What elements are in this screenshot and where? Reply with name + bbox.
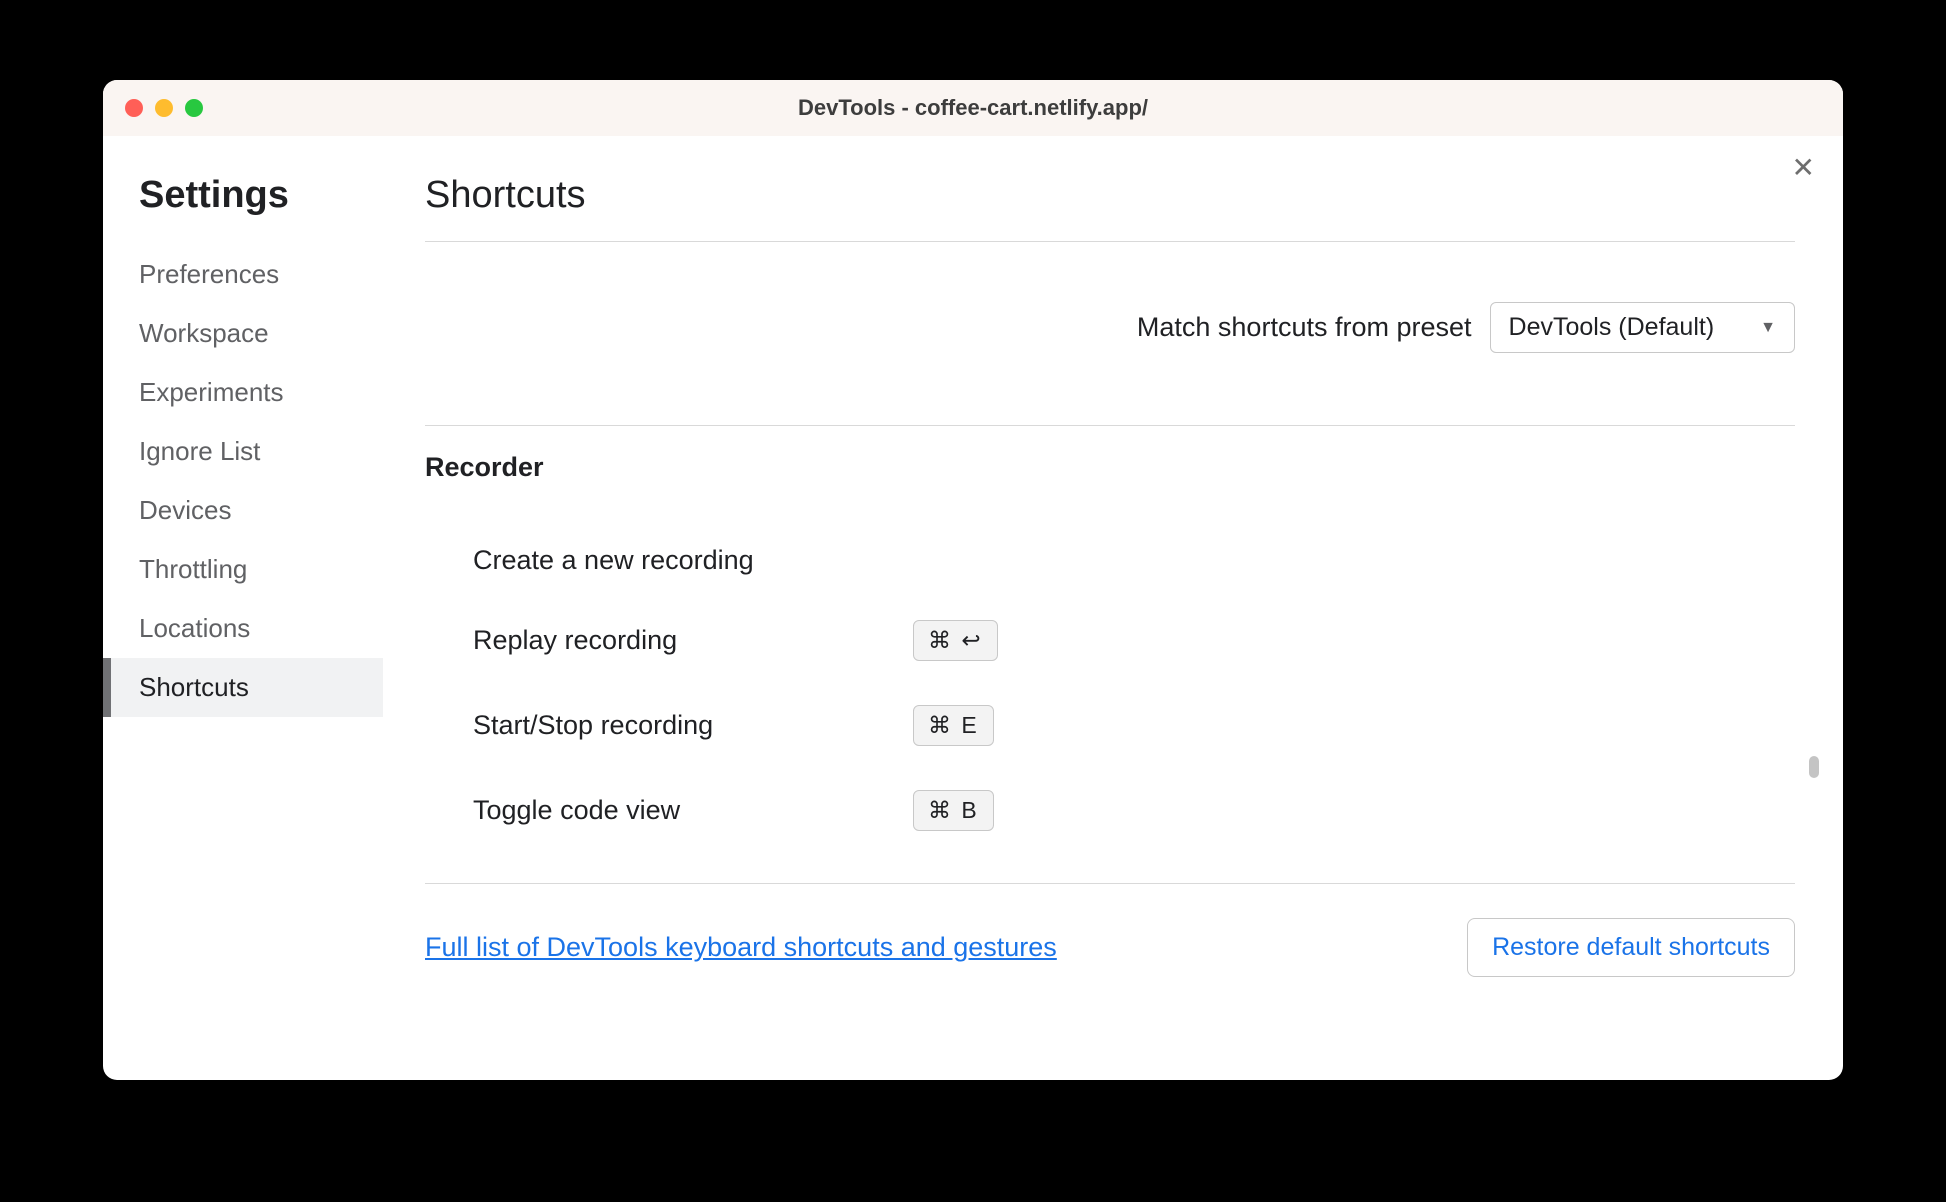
preset-label: Match shortcuts from preset — [1137, 312, 1472, 343]
preset-select[interactable]: DevTools (Default) ▼ — [1490, 302, 1795, 353]
shortcut-row-replay-recording[interactable]: Replay recording ⌘ ↩ — [425, 598, 1795, 683]
shortcut-label: Create a new recording — [473, 545, 913, 576]
footer-row: Full list of DevTools keyboard shortcuts… — [425, 884, 1795, 1017]
shortcuts-section: Recorder Create a new recording Replay r… — [425, 425, 1795, 884]
scrollbar-thumb[interactable] — [1809, 756, 1819, 778]
traffic-lights — [103, 99, 203, 117]
shortcut-label: Toggle code view — [473, 795, 913, 826]
sidebar-item-shortcuts[interactable]: Shortcuts — [103, 658, 383, 717]
content-area: ✕ Settings Preferences Workspace Experim… — [103, 136, 1843, 1080]
page-title: Shortcuts — [425, 174, 1795, 242]
shortcut-row-create-recording[interactable]: Create a new recording — [425, 523, 1795, 598]
chevron-down-icon: ▼ — [1760, 319, 1776, 337]
sidebar-heading: Settings — [103, 174, 383, 217]
shortcut-key: ⌘ E — [913, 705, 994, 746]
main-panel: Shortcuts Match shortcuts from preset De… — [383, 136, 1843, 1080]
minimize-window-button[interactable] — [155, 99, 173, 117]
shortcut-row-start-stop-recording[interactable]: Start/Stop recording ⌘ E — [425, 683, 1795, 768]
window-title: DevTools - coffee-cart.netlify.app/ — [798, 95, 1148, 121]
sidebar-item-preferences[interactable]: Preferences — [103, 245, 383, 304]
shortcut-label: Replay recording — [473, 625, 913, 656]
full-shortcuts-link[interactable]: Full list of DevTools keyboard shortcuts… — [425, 932, 1057, 963]
shortcut-row-toggle-code-view[interactable]: Toggle code view ⌘ B — [425, 768, 1795, 853]
sidebar-item-devices[interactable]: Devices — [103, 481, 383, 540]
sidebar-item-ignore-list[interactable]: Ignore List — [103, 422, 383, 481]
sidebar-item-workspace[interactable]: Workspace — [103, 304, 383, 363]
shortcut-label: Start/Stop recording — [473, 710, 913, 741]
close-icon[interactable]: ✕ — [1792, 154, 1815, 182]
sidebar-item-locations[interactable]: Locations — [103, 599, 383, 658]
shortcut-key: ⌘ B — [913, 790, 994, 831]
restore-default-shortcuts-button[interactable]: Restore default shortcuts — [1467, 918, 1795, 977]
preset-row: Match shortcuts from preset DevTools (De… — [425, 242, 1795, 425]
section-title-recorder: Recorder — [425, 452, 1795, 483]
sidebar-item-throttling[interactable]: Throttling — [103, 540, 383, 599]
settings-sidebar: Settings Preferences Workspace Experimen… — [103, 136, 383, 1080]
titlebar: DevTools - coffee-cart.netlify.app/ — [103, 80, 1843, 136]
shortcut-key: ⌘ ↩ — [913, 620, 998, 661]
sidebar-item-experiments[interactable]: Experiments — [103, 363, 383, 422]
preset-value: DevTools (Default) — [1509, 313, 1715, 342]
close-window-button[interactable] — [125, 99, 143, 117]
maximize-window-button[interactable] — [185, 99, 203, 117]
devtools-window: DevTools - coffee-cart.netlify.app/ ✕ Se… — [103, 80, 1843, 1080]
